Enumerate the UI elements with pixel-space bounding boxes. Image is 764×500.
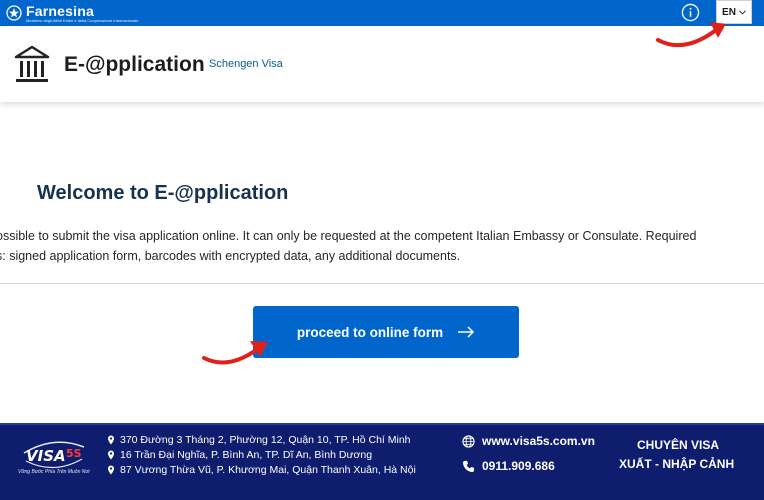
annotation-arrow-language: [656, 22, 726, 48]
app-subtitle: Schengen Visa: [209, 58, 283, 70]
slogan-line-1: CHUYÊN VISA: [637, 438, 720, 452]
location-pin-icon: [108, 450, 114, 460]
intro-text: ossible to submit the visa application o…: [0, 226, 764, 266]
phone-icon: [462, 460, 475, 472]
logo-subtitle: Ministero degli Affari Esteri e della Co…: [26, 17, 139, 23]
divider: [0, 283, 764, 284]
phone-item: 0911.909.686: [462, 459, 555, 473]
proceed-button-label: proceed to online form: [296, 324, 444, 340]
arrow-right-icon: [458, 326, 475, 338]
address-text: 16 Trần Đại Nghĩa, P. Bình An, TP. Dĩ An…: [120, 449, 373, 461]
address-text: 87 Vương Thừa Vũ, P. Khương Mai, Quận Th…: [120, 464, 416, 476]
app-header: E-@pplication Schengen Visa: [0, 26, 764, 102]
welcome-heading: Welcome to E-@pplication: [37, 182, 289, 204]
logo-name: Farnesina: [26, 2, 94, 19]
website-item: www.visa5s.com.vn: [462, 434, 595, 448]
address-text: 370 Đường 3 Tháng 2, Phường 12, Quận 10,…: [120, 434, 411, 446]
proceed-to-online-form-button[interactable]: proceed to online form: [253, 306, 519, 358]
visa5s-logo: VISA 5S: [23, 441, 85, 469]
top-bar: Farnesina Ministero degli Affari Esteri …: [0, 0, 764, 26]
emblem-icon: [6, 5, 22, 21]
intro-line-2: s: signed application form, barcodes wit…: [0, 249, 461, 263]
location-pin-icon: [108, 465, 114, 475]
footer-banner: VISA 5S Vững Bước Phía Trên Muôn Nơi 370…: [0, 423, 764, 500]
website-text: www.visa5s.com.vn: [482, 434, 595, 448]
svg-text:VISA: VISA: [26, 447, 66, 465]
intro-line-1: ossible to submit the visa application o…: [0, 229, 697, 243]
phone-text: 0911.909.686: [482, 459, 555, 473]
app-title: E-@pplication: [64, 53, 205, 76]
address-item: 87 Vương Thừa Vũ, P. Khương Mai, Quận Th…: [107, 464, 416, 476]
address-item: 16 Trần Đại Nghĩa, P. Bình An, TP. Dĩ An…: [107, 449, 372, 461]
slogan-line-2: XUẤT - NHẬP CẢNH: [619, 457, 735, 471]
brand-slogan: Vững Bước Phía Trên Muôn Nơi: [18, 469, 90, 475]
address-item: 370 Đường 3 Tháng 2, Phường 12, Quận 10,…: [107, 434, 411, 446]
location-pin-icon: [108, 435, 114, 445]
farnesina-logo[interactable]: Farnesina Ministero degli Affari Esteri …: [6, 0, 138, 26]
annotation-arrow-proceed: [202, 341, 268, 365]
bank-building-icon: [14, 45, 50, 82]
svg-text:5S: 5S: [66, 447, 82, 460]
globe-icon: [462, 434, 475, 448]
chevron-down-icon: [739, 9, 746, 15]
